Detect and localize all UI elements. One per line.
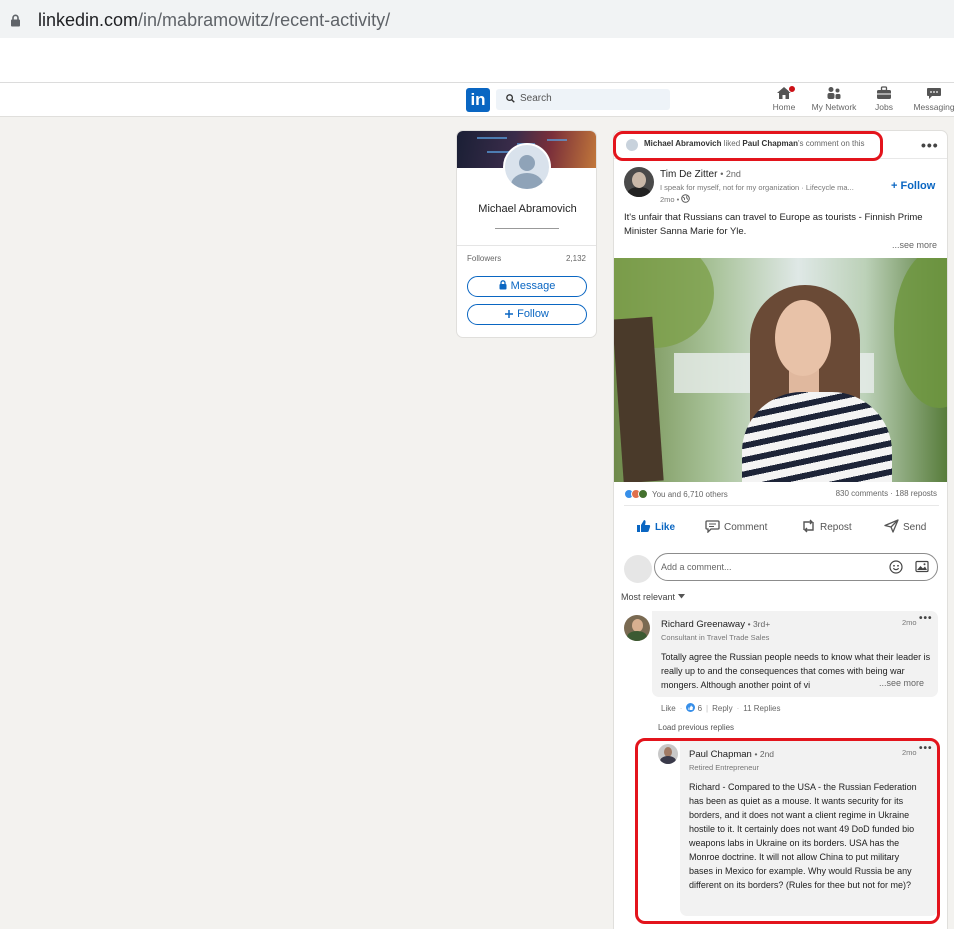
address-bar[interactable]: linkedin.com/in/mabramowitz/recent-activ… bbox=[0, 2, 954, 36]
nav-messaging[interactable]: Messaging bbox=[908, 86, 954, 112]
repost-icon bbox=[803, 519, 814, 533]
followers-count: 2,132 bbox=[565, 254, 586, 263]
support-reaction-icon bbox=[638, 489, 648, 499]
search-icon bbox=[506, 94, 515, 103]
post-time: 2mo • bbox=[660, 194, 691, 204]
globe-icon bbox=[681, 194, 691, 203]
sort-comments-dropdown[interactable]: Most relevant bbox=[621, 592, 685, 602]
follow-button[interactable]: Follow bbox=[467, 304, 587, 325]
message-button[interactable]: Message bbox=[467, 276, 587, 297]
nav-jobs[interactable]: Jobs bbox=[858, 86, 910, 112]
search-input[interactable]: Search bbox=[496, 89, 670, 110]
annotation-highlight-reply bbox=[635, 738, 940, 924]
comment-reply-button[interactable]: Reply bbox=[712, 704, 732, 713]
comment-icon bbox=[705, 520, 720, 534]
comment-actions: Like · 6 | Reply · 11 Replies bbox=[661, 703, 781, 713]
notification-badge bbox=[788, 85, 796, 93]
commenter-avatar[interactable] bbox=[624, 615, 650, 641]
comment-like-count: 6 bbox=[697, 704, 703, 713]
author-avatar[interactable] bbox=[624, 167, 654, 197]
commenter-headline: Consultant in Travel Trade Sales bbox=[661, 633, 770, 642]
url-text: linkedin.com/in/mabramowitz/recent-activ… bbox=[38, 10, 391, 30]
emoji-icon[interactable] bbox=[889, 560, 903, 574]
nav-home[interactable]: Home bbox=[758, 85, 810, 112]
like-reaction-icon bbox=[686, 703, 696, 712]
plus-icon bbox=[505, 310, 514, 318]
comment-button[interactable]: Comment bbox=[705, 519, 767, 534]
post-image[interactable] bbox=[614, 258, 947, 482]
like-button[interactable]: Like bbox=[636, 519, 675, 533]
comment-replies-count[interactable]: 11 Replies bbox=[743, 704, 780, 713]
linkedin-logo[interactable]: in bbox=[466, 88, 490, 112]
more-options-icon[interactable]: ••• bbox=[921, 137, 939, 153]
comment-time: 2mo bbox=[902, 618, 917, 627]
messaging-icon bbox=[927, 88, 941, 99]
lock-icon bbox=[11, 14, 20, 27]
caret-down-icon bbox=[677, 594, 685, 599]
send-button[interactable]: Send bbox=[884, 519, 926, 533]
followers-label: Followers bbox=[467, 254, 502, 263]
author-headline: I speak for myself, not for my organizat… bbox=[660, 183, 854, 192]
blurred-header-band bbox=[0, 38, 954, 82]
profile-avatar[interactable] bbox=[503, 143, 551, 191]
browser-toolbar: linkedin.com/in/mabramowitz/recent-activ… bbox=[0, 0, 954, 38]
annotation-highlight-activity bbox=[613, 131, 883, 161]
follow-author-button[interactable]: + Follow bbox=[891, 180, 935, 192]
author-name[interactable]: Tim De Zitter • 2nd bbox=[660, 169, 741, 180]
network-icon bbox=[827, 87, 841, 99]
reactions-summary[interactable]: You and 6,710 others bbox=[624, 489, 728, 499]
nav-my-network[interactable]: My Network bbox=[808, 86, 860, 112]
comment-like-button[interactable]: Like bbox=[661, 704, 676, 713]
profile-card: Michael Abramovich Followers 2,132 Messa… bbox=[456, 130, 597, 338]
lock-icon bbox=[499, 280, 507, 290]
add-comment-input[interactable]: Add a comment... bbox=[654, 553, 938, 581]
image-icon[interactable] bbox=[915, 560, 929, 573]
load-previous-replies[interactable]: Load previous replies bbox=[658, 723, 734, 732]
post-text: It's unfair that Russians can travel to … bbox=[624, 212, 923, 237]
profile-name[interactable]: Michael Abramovich bbox=[457, 203, 596, 215]
thumbs-up-icon bbox=[637, 520, 651, 532]
comment-options-icon[interactable]: ••• bbox=[919, 613, 933, 624]
comment-see-more[interactable]: ...see more bbox=[875, 678, 925, 688]
see-more-link[interactable]: ...see more bbox=[892, 240, 937, 250]
repost-button[interactable]: Repost bbox=[801, 519, 852, 533]
current-user-avatar bbox=[624, 555, 652, 583]
jobs-icon bbox=[877, 86, 891, 99]
search-placeholder: Search bbox=[520, 93, 552, 104]
comments-reposts-count[interactable]: 830 comments · 188 reposts bbox=[836, 489, 937, 498]
profile-headline-placeholder bbox=[495, 228, 559, 229]
send-icon bbox=[884, 519, 899, 533]
commenter-name[interactable]: Richard Greenaway • 3rd+ bbox=[661, 619, 770, 630]
